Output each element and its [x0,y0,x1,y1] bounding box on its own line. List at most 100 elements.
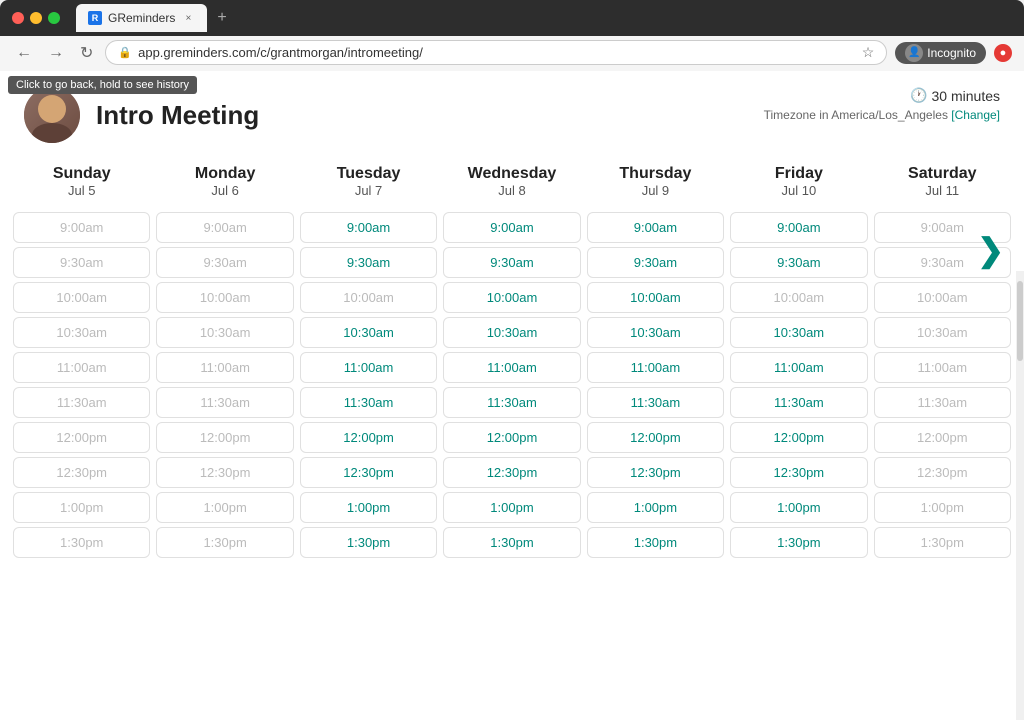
day-header: Friday Jul 10 [727,161,870,202]
bookmark-icon[interactable]: ☆ [862,44,875,61]
duration-text: 30 minutes [932,88,1000,104]
time-slot[interactable]: 11:00am [443,352,580,383]
time-slot: 11:30am [156,387,293,418]
day-date: Jul 11 [871,183,1014,198]
avatar-body [32,123,72,143]
time-slot[interactable]: 12:30pm [587,457,724,488]
browser-chrome: R GReminders × + ← → ↻ 🔒 app.greminders.… [0,0,1024,71]
minimize-button[interactable] [30,12,42,24]
day-date: Jul 7 [297,183,440,198]
incognito-button[interactable]: 👤 Incognito [895,42,986,64]
day-date: Jul 10 [727,183,870,198]
time-slot: 10:30am [13,317,150,348]
time-column: 9:00am 9:30am 10:00am 10:30am 11:00am 11:30am… [440,210,583,560]
time-slot[interactable]: 11:30am [300,387,437,418]
time-column: 9:00am9:30am10:00am10:30am11:00am11:30am… [297,210,440,560]
calendar-grid: Sunday Jul 5 Monday Jul 6 Tuesday Jul 7 … [0,161,1024,560]
time-slot[interactable]: 1:30pm [587,527,724,558]
day-name: Friday [727,165,870,183]
time-column: 9:00am9:30am10:00am10:30am11:00am11:30am… [727,210,870,560]
incognito-icon: 👤 [905,44,923,62]
time-slot[interactable]: 12:30pm [443,457,580,488]
time-slot[interactable]: 12:30pm [300,457,437,488]
duration-info: 🕐 30 minutes [764,87,1000,104]
url-bar[interactable]: 🔒 app.greminders.com/c/grantmorgan/intro… [105,40,887,65]
time-slot: 1:00pm [874,492,1011,523]
time-slot[interactable]: 11:00am [300,352,437,383]
maximize-button[interactable] [48,12,60,24]
time-grid: 9:00am9:30am10:00am10:30am11:00am11:30am… [10,210,1014,560]
time-slot[interactable]: 10:00am [443,282,580,313]
time-slot: 1:30pm [874,527,1011,558]
reload-button[interactable]: ↻ [76,41,97,65]
time-slot: 11:30am [874,387,1011,418]
time-slot[interactable]: 10:30am [443,317,580,348]
time-slot: 10:30am [156,317,293,348]
time-slot[interactable]: 9:30am [300,247,437,278]
new-tab-button[interactable]: + [211,7,232,29]
time-slot[interactable]: 1:00pm [730,492,867,523]
time-slot[interactable]: 10:00am [587,282,724,313]
avatar [24,87,80,143]
time-slot: 9:30am [13,247,150,278]
time-slot[interactable]: 11:30am [443,387,580,418]
time-slot[interactable]: 9:30am [730,247,867,278]
day-name: Sunday [10,165,153,183]
time-slot[interactable]: 11:00am [730,352,867,383]
time-slot[interactable]: 11:30am [730,387,867,418]
time-slot[interactable]: 1:00pm [587,492,724,523]
next-week-button[interactable]: ❯ [977,231,1004,269]
scrollbar-thumb[interactable] [1017,281,1023,361]
forward-button[interactable]: → [44,42,68,64]
time-slot: 12:30pm [13,457,150,488]
time-slot: 12:00pm [13,422,150,453]
time-slot[interactable]: 12:00pm [300,422,437,453]
browser-window: Click to go back, hold to see history R … [0,0,1024,720]
time-slot[interactable]: 1:30pm [300,527,437,558]
time-slot[interactable]: 10:30am [300,317,437,348]
tab-close-button[interactable]: × [181,11,195,25]
time-slot[interactable]: 9:30am [587,247,724,278]
incognito-label: Incognito [927,46,976,60]
time-slot[interactable]: 12:00pm [587,422,724,453]
time-slot[interactable]: 1:00pm [443,492,580,523]
time-slot[interactable]: 1:00pm [300,492,437,523]
time-slot[interactable]: 9:30am [443,247,580,278]
day-date: Jul 6 [153,183,296,198]
active-tab[interactable]: R GReminders × [76,4,207,32]
tab-favicon: R [88,11,102,25]
time-slot[interactable]: 1:30pm [730,527,867,558]
close-button[interactable] [12,12,24,24]
url-text: app.greminders.com/c/grantmorgan/introme… [138,45,423,60]
time-slot[interactable]: 11:30am [587,387,724,418]
day-header: Thursday Jul 9 [584,161,727,202]
time-slot[interactable]: 11:00am [587,352,724,383]
time-slot[interactable]: 12:30pm [730,457,867,488]
time-slot: 10:00am [13,282,150,313]
profile-avatar[interactable]: ● [994,44,1012,62]
time-slot[interactable]: 10:30am [587,317,724,348]
time-slot[interactable]: 9:00am [587,212,724,243]
time-slot[interactable]: 12:00pm [730,422,867,453]
time-slot[interactable]: 12:00pm [443,422,580,453]
timezone-info: Timezone in America/Los_Angeles [Change] [764,108,1000,122]
day-header: Tuesday Jul 7 [297,161,440,202]
time-slot: 12:00pm [874,422,1011,453]
time-slot[interactable]: 1:30pm [443,527,580,558]
time-slot[interactable]: 9:00am [300,212,437,243]
time-slot[interactable]: 9:00am [730,212,867,243]
day-headers: Sunday Jul 5 Monday Jul 6 Tuesday Jul 7 … [10,161,1014,202]
back-button[interactable]: ← [12,42,36,64]
time-slot: 12:30pm [156,457,293,488]
time-slot: 11:00am [13,352,150,383]
time-slot[interactable]: 9:00am [443,212,580,243]
time-slot[interactable]: 10:30am [730,317,867,348]
day-name: Saturday [871,165,1014,183]
avatar-image [24,87,80,143]
time-slot: 1:30pm [156,527,293,558]
tab-bar: R GReminders × + [76,4,1012,32]
scrollbar[interactable] [1016,271,1024,720]
time-slot: 9:00am [13,212,150,243]
day-header: Wednesday Jul 8 [440,161,583,202]
change-timezone-link[interactable]: [Change] [951,108,1000,122]
